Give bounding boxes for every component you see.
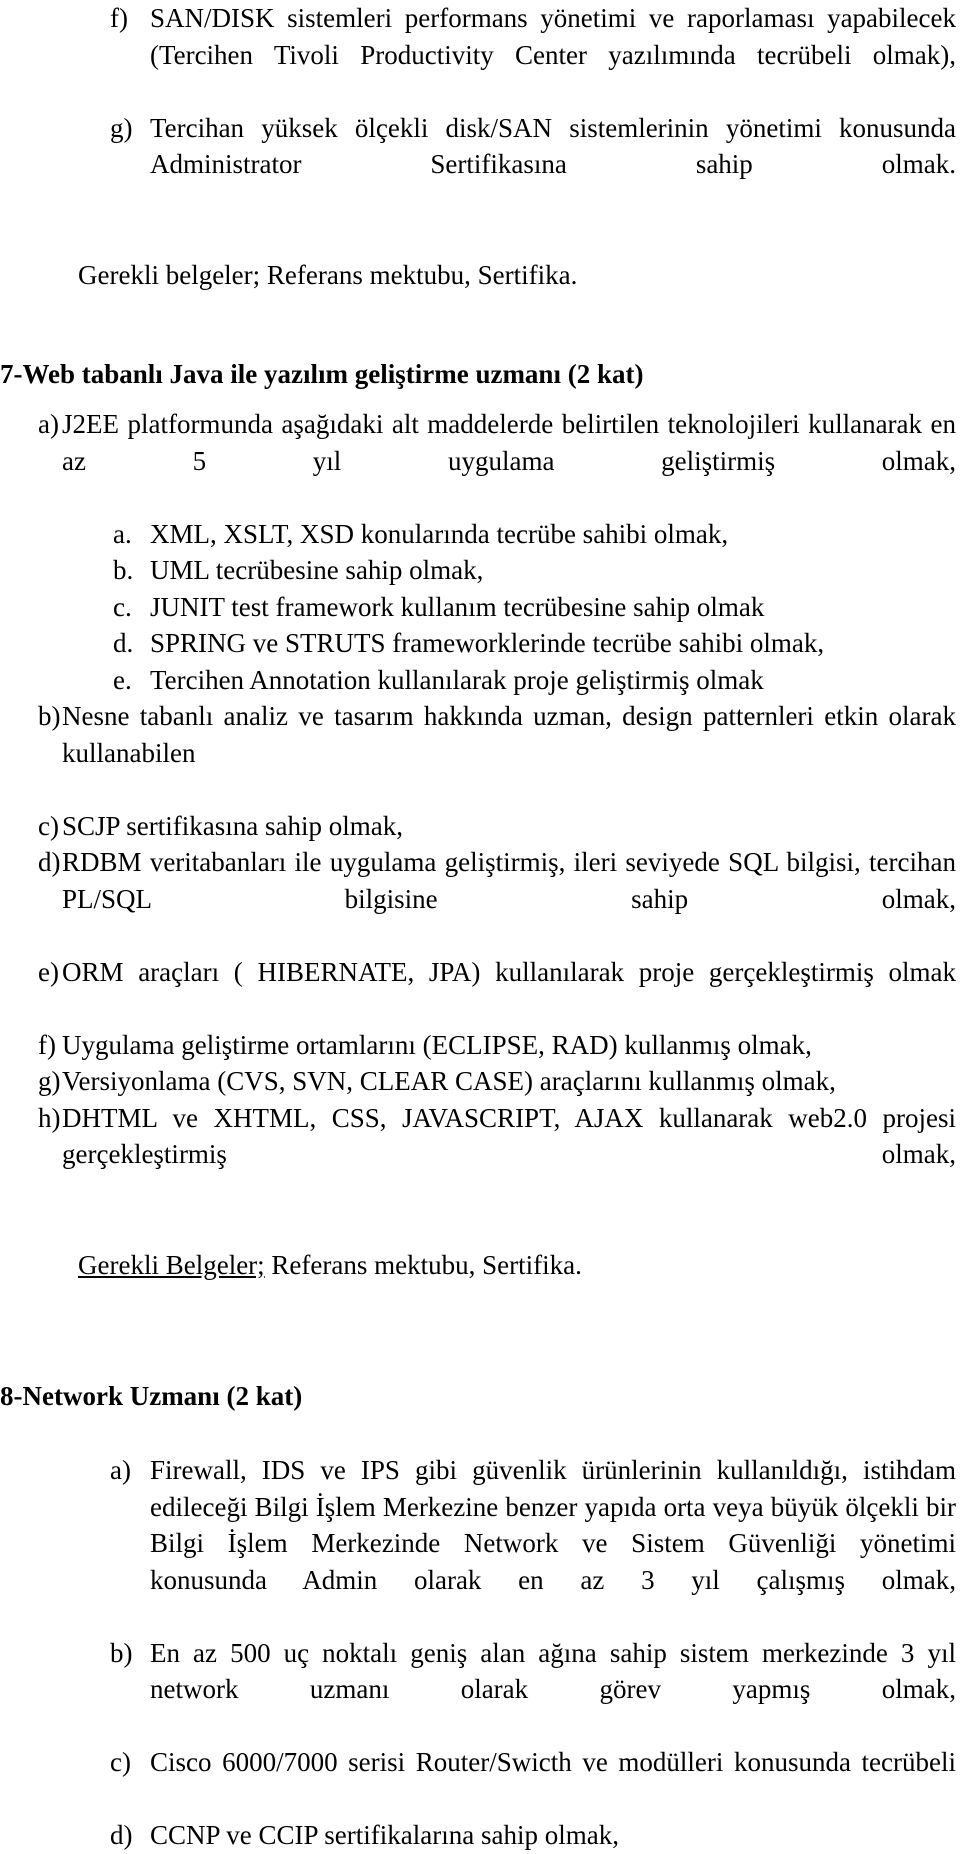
list-marker: b) <box>110 1637 133 1668</box>
list-item: h) DHTML ve XHTML, CSS, JAVASCRIPT, AJAX… <box>38 1100 956 1210</box>
document-page: f) SAN/DISK sistemleri performans yöneti… <box>0 0 960 1850</box>
list-item-text: Versiyonlama (CVS, SVN, CLEAR CASE) araç… <box>62 1066 836 1096</box>
list-item: d) CCNP ve CCIP sertifikalarına sahip ol… <box>110 1817 956 1854</box>
list-item-text: Firewall, IDS ve IPS gibi güvenlik ürünl… <box>150 1455 956 1595</box>
list-item-text: ORM araçları ( HIBERNATE, JPA) kullanıla… <box>62 956 956 987</box>
required-documents-label: Gerekli Belgeler; <box>78 1250 265 1280</box>
sub-list-marker: b. <box>113 555 134 585</box>
list-item: c) SCJP sertifikasına sahip olmak, <box>38 808 956 845</box>
sub-list-item: b. UML tecrübesine sahip olmak, <box>113 552 956 589</box>
section-heading: 7-Web tabanlı Java ile yazılım geliştirm… <box>0 358 644 389</box>
list-item: c) Cisco 6000/7000 serisi Router/Swicth … <box>110 1744 956 1817</box>
list-marker: d) <box>38 847 61 877</box>
section-heading: 8-Network Uzmanı (2 kat) <box>0 1380 303 1411</box>
list-marker: c) <box>110 1747 131 1777</box>
sub-list-marker: c. <box>113 591 132 622</box>
sub-list-item: d. SPRING ve STRUTS frameworklerinde tec… <box>113 625 956 662</box>
list-item: a) Firewall, IDS ve IPS gibi güvenlik ür… <box>110 1452 956 1635</box>
sub-list: a. XML, XSLT, XSD konularında tecrübe sa… <box>0 516 960 699</box>
list-item-text: DHTML ve XHTML, CSS, JAVASCRIPT, AJAX ku… <box>62 1102 956 1170</box>
list-marker: g) <box>110 112 133 143</box>
list-item: g) Tercihan yüksek ölçekli disk/SAN sist… <box>110 110 956 220</box>
list-marker: f) <box>38 1029 56 1060</box>
sub-list-item-text: SPRING ve STRUTS frameworklerinde tecrüb… <box>150 628 825 658</box>
list-marker: g) <box>38 1066 61 1096</box>
list-marker: f) <box>110 3 128 33</box>
sub-list-item: c. JUNIT test framework kullanım tecrübe… <box>113 589 956 626</box>
list-item-text: CCNP ve CCIP sertifikalarına sahip olmak… <box>150 1820 619 1850</box>
list-item: b) En az 500 uç noktalı geniş alan ağına… <box>110 1635 956 1745</box>
list-marker: e) <box>38 956 59 987</box>
list-item: b) Nesne tabanlı analiz ve tasarım hakkı… <box>38 698 956 808</box>
list-item-text: SCJP sertifikasına sahip olmak, <box>62 810 403 841</box>
list-item-text: Cisco 6000/7000 serisi Router/Swicth ve … <box>150 1747 956 1777</box>
continued-section: f) SAN/DISK sistemleri performans yöneti… <box>0 0 960 294</box>
list-item-text: Uygulama geliştirme ortamlarını (ECLIPSE… <box>62 1029 812 1060</box>
list-item-text: J2EE platformunda aşağıdaki alt maddeler… <box>62 409 956 476</box>
list-marker: b) <box>38 701 61 731</box>
list-item: e) ORM araçları ( HIBERNATE, JPA) kullan… <box>38 954 956 1027</box>
sub-list-item-text: Tercihen Annotation kullanılarak proje g… <box>150 664 764 695</box>
sub-list-marker: a. <box>113 518 132 549</box>
required-documents-note: Gerekli Belgeler; Referans mektubu, Sert… <box>78 1247 960 1284</box>
list-marker: c) <box>38 810 59 841</box>
list-item-text: SAN/DISK sistemleri performans yönetimi … <box>150 3 956 70</box>
list-item-text: RDBM veritabanları ile uygulama geliştir… <box>62 847 956 914</box>
list-marker: a) <box>38 409 59 439</box>
list-marker: a) <box>110 1455 131 1485</box>
list-item: f) Uygulama geliştirme ortamlarını (ECLI… <box>38 1027 956 1064</box>
list-marker: d) <box>110 1820 133 1850</box>
list-item: a) J2EE platformunda aşağıdaki alt madde… <box>38 406 956 516</box>
sub-list-item-text: XML, XSLT, XSD konularında tecrübe sahib… <box>150 518 729 549</box>
list-item: f) SAN/DISK sistemleri performans yöneti… <box>110 0 956 110</box>
list-marker: h) <box>38 1102 61 1133</box>
list-item-text: Nesne tabanlı analiz ve tasarım hakkında… <box>62 701 956 768</box>
sub-list-marker: e. <box>113 664 132 695</box>
list-item-text: Tercihan yüksek ölçekli disk/SAN sisteml… <box>150 112 956 180</box>
required-documents-value: Referans mektubu, Sertifika. <box>264 1250 582 1280</box>
list-item-text: En az 500 uç noktalı geniş alan ağına sa… <box>150 1637 956 1705</box>
sub-list-marker: d. <box>113 628 134 658</box>
sub-list-item-text: UML tecrübesine sahip olmak, <box>150 555 484 585</box>
section-7: 7-Web tabanlı Java ile yazılım geliştirm… <box>0 356 960 1284</box>
section-8: 8-Network Uzmanı (2 kat) a) Firewall, ID… <box>0 1378 960 1854</box>
list-item: g) Versiyonlama (CVS, SVN, CLEAR CASE) a… <box>38 1063 956 1100</box>
sub-list-item-text: JUNIT test framework kullanım tecrübesin… <box>150 591 765 622</box>
sub-list-item: a. XML, XSLT, XSD konularında tecrübe sa… <box>113 516 956 553</box>
list-item: d) RDBM veritabanları ile uygulama geliş… <box>38 844 956 954</box>
sub-list-item: e. Tercihen Annotation kullanılarak proj… <box>113 662 956 699</box>
required-documents-note: Gerekli belgeler; Referans mektubu, Sert… <box>78 260 578 290</box>
